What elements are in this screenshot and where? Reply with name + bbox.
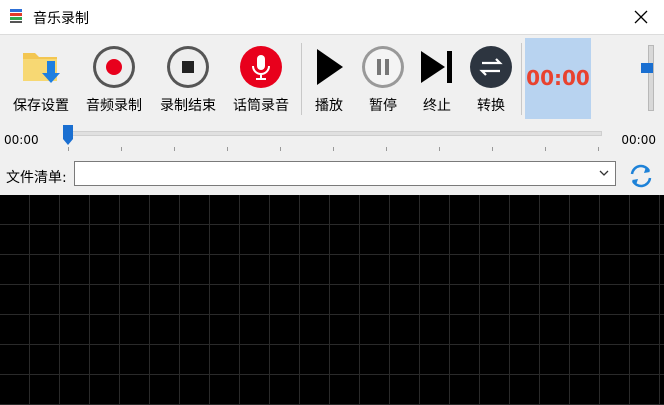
seek-thumb[interactable] [62,124,74,146]
convert-button[interactable]: 转换 [467,37,515,117]
waveform-display [0,195,664,405]
time-display: 00:00 [525,38,591,119]
chevron-down-icon [599,170,609,176]
volume-slider-thumb[interactable] [641,63,653,74]
title-bar: 音乐录制 [0,0,664,34]
seek-track[interactable] [65,131,602,136]
refresh-icon[interactable] [626,161,656,191]
seek-tick [280,147,281,151]
stop-record-button[interactable]: 录制结束 [152,37,224,117]
seek-tick [439,147,440,151]
seek-tick [598,147,599,151]
seek-tick [121,147,122,151]
file-list-select[interactable] [74,161,616,186]
seek-tick [68,147,69,151]
pause-button[interactable]: 暂停 [359,37,407,117]
toolbar-separator [301,43,302,115]
audio-record-label: 音频录制 [86,98,142,114]
play-icon [317,49,343,85]
seek-tick [545,147,546,151]
file-list-label: 文件清单: [6,170,67,186]
seek-tick [333,147,334,151]
seek-tick [227,147,228,151]
stop-record-label: 录制结束 [160,98,216,114]
seek-row: 00:00 00:00 [0,120,664,158]
end-button[interactable]: 终止 [414,37,460,117]
pause-icon [362,46,404,88]
folder-save-icon [23,53,60,83]
microphone-icon [240,46,282,88]
mic-record-label: 话筒录音 [233,98,289,114]
end-label: 终止 [423,98,451,114]
close-button[interactable] [618,0,664,34]
convert-label: 转换 [477,98,505,114]
seek-tick [492,147,493,151]
app-logo-icon [10,9,22,23]
time-text: 00:00 [526,66,590,90]
record-icon [93,46,135,88]
mic-record-button[interactable]: 话筒录音 [226,37,296,117]
toolbar: 保存设置 音频录制 录制结束 话筒录音 播放 暂停 终止 转换 00:00 [0,34,664,121]
window-title: 音乐录制 [33,11,89,27]
pause-label: 暂停 [369,98,397,114]
volume-slider-track[interactable] [648,45,654,111]
convert-icon [470,46,512,88]
play-button[interactable]: 播放 [306,37,352,117]
file-list-row: 文件清单: [0,158,664,195]
seek-tick [174,147,175,151]
toolbar-separator [521,43,522,115]
audio-record-button[interactable]: 音频录制 [79,37,149,117]
skip-end-icon [421,51,452,83]
play-label: 播放 [315,98,343,114]
seek-tick [386,147,387,151]
total-time: 00:00 [621,133,656,147]
save-settings-button[interactable]: 保存设置 [6,37,76,117]
close-icon [634,10,648,24]
current-time: 00:00 [4,133,39,147]
stop-icon [167,46,209,88]
save-settings-label: 保存设置 [13,98,69,114]
